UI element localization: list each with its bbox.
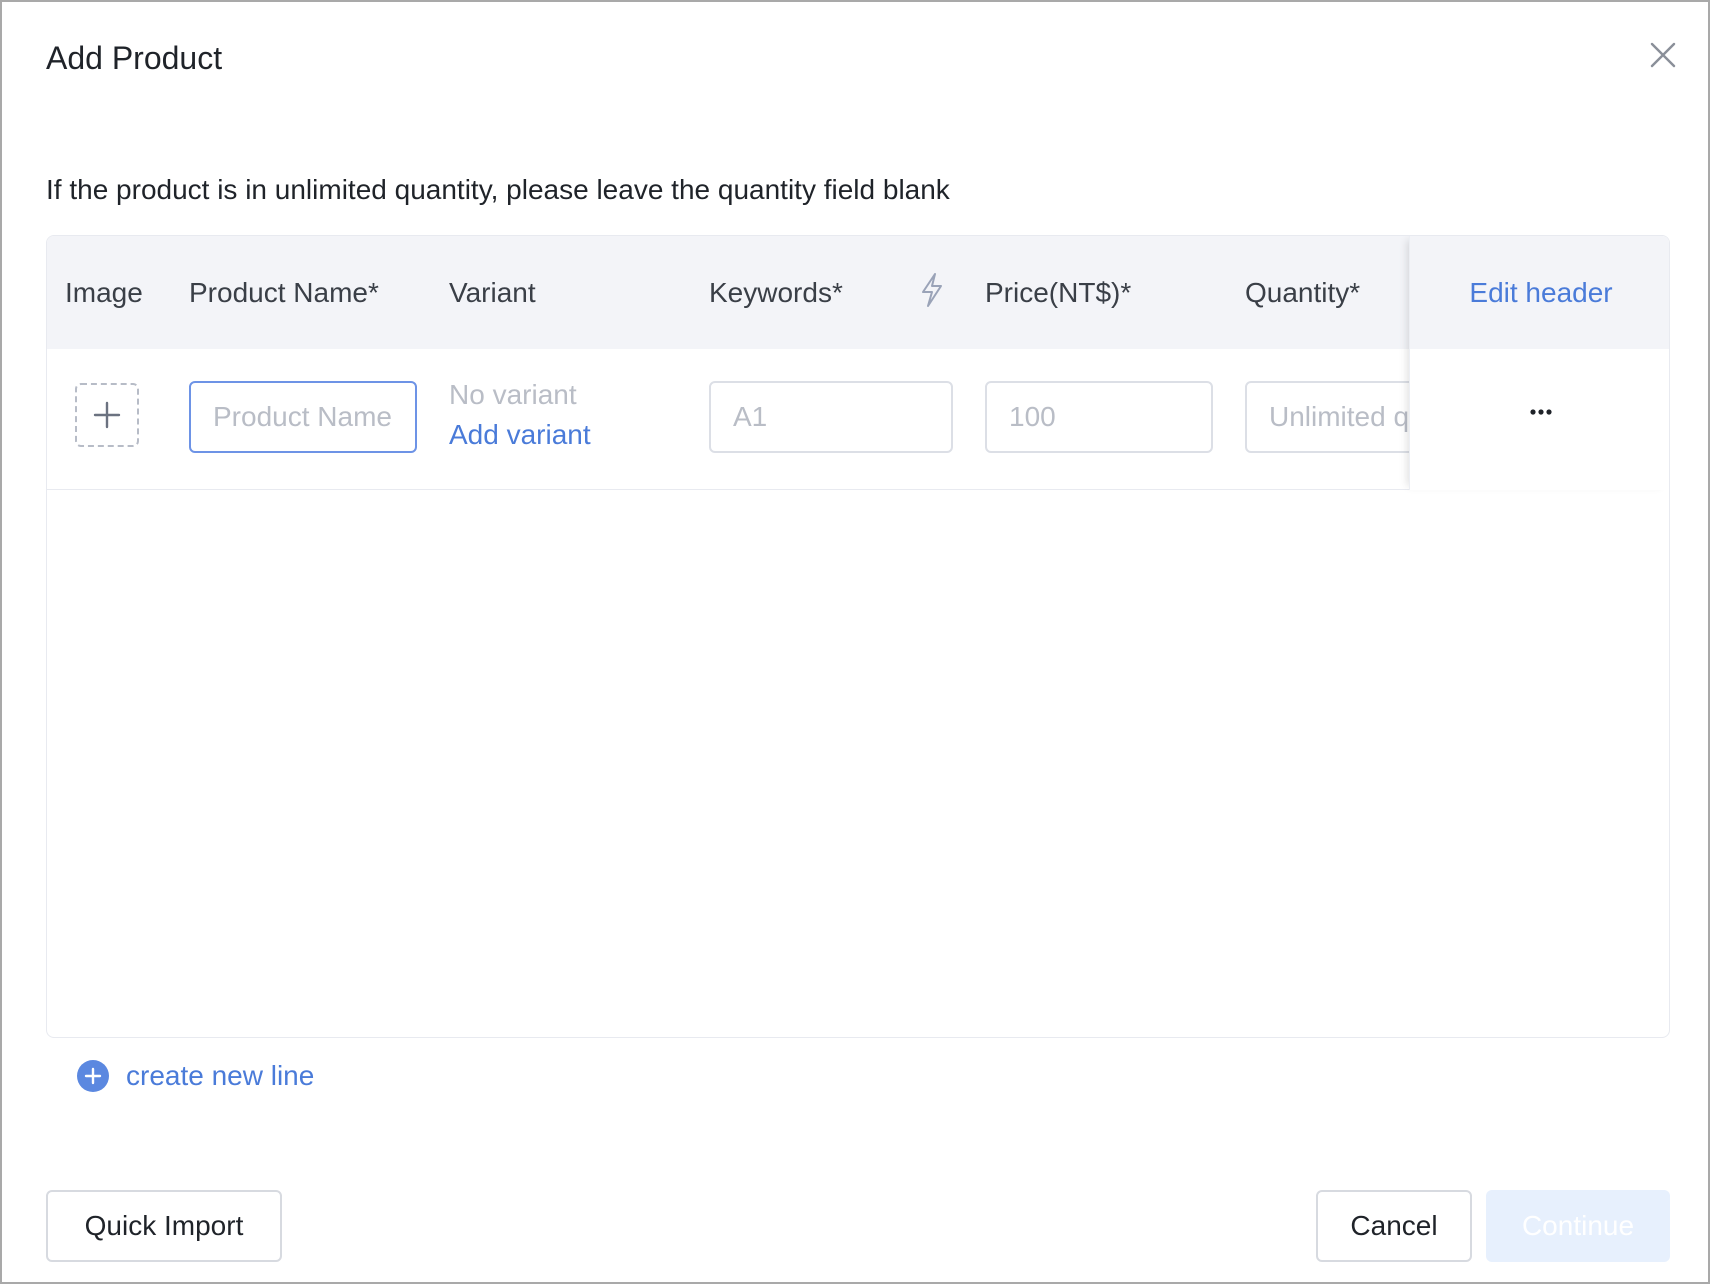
header-variant: Variant bbox=[449, 277, 536, 308]
product-name-input[interactable] bbox=[189, 381, 417, 453]
header-keywords: Keywords* bbox=[709, 277, 843, 308]
product-table: Image Product Name* Variant Keywords* Pr… bbox=[46, 235, 1670, 1038]
image-upload-button[interactable] bbox=[75, 383, 139, 447]
create-new-line-button[interactable]: create new line bbox=[76, 1058, 314, 1094]
close-icon[interactable] bbox=[1646, 38, 1680, 72]
header-price: Price(NT$)* bbox=[985, 277, 1132, 308]
quantity-hint-text: If the product is in unlimited quantity,… bbox=[46, 174, 950, 205]
header-image: Image bbox=[65, 277, 143, 308]
edit-header-link[interactable]: Edit header bbox=[1469, 277, 1612, 308]
lightning-icon[interactable] bbox=[917, 272, 947, 308]
price-input[interactable] bbox=[985, 381, 1213, 453]
header-quantity: Quantity* bbox=[1245, 277, 1361, 308]
dialog-title: Add Product bbox=[46, 40, 223, 76]
quick-import-button[interactable]: Quick Import bbox=[46, 1190, 282, 1262]
table-row: No variant Add variant bbox=[47, 349, 1473, 490]
header-product-name: Product Name* bbox=[189, 277, 379, 308]
actions-column: Edit header bbox=[1409, 236, 1669, 490]
variant-status: No variant bbox=[449, 379, 577, 410]
cancel-button[interactable]: Cancel bbox=[1316, 1190, 1472, 1262]
plus-circle-icon bbox=[76, 1059, 110, 1093]
add-variant-link[interactable]: Add variant bbox=[449, 419, 591, 451]
continue-button[interactable]: Continue bbox=[1486, 1190, 1670, 1262]
actions-column-header: Edit header bbox=[1410, 236, 1669, 349]
more-horizontal-icon[interactable] bbox=[1521, 400, 1561, 424]
plus-icon bbox=[93, 401, 121, 429]
add-product-dialog: Add Product If the product is in unlimit… bbox=[0, 0, 1710, 1284]
keywords-input[interactable] bbox=[709, 381, 953, 453]
create-new-line-label: create new line bbox=[126, 1060, 315, 1091]
